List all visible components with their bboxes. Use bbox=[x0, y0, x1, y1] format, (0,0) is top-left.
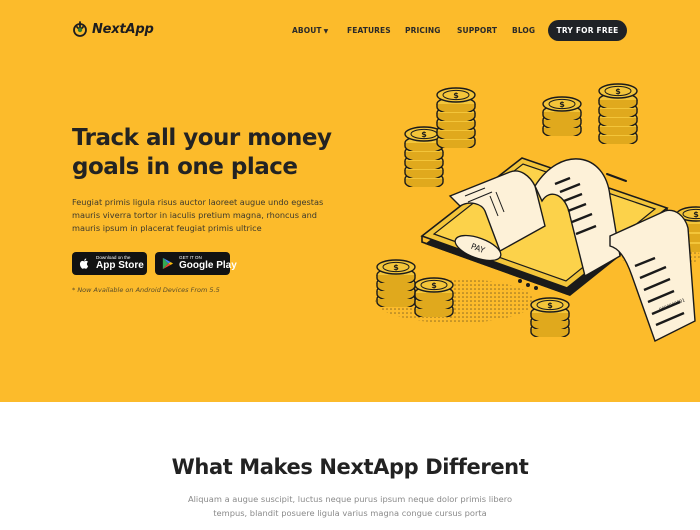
nav-support[interactable]: SUPPORT bbox=[457, 26, 497, 35]
coin-stack-icon bbox=[436, 87, 476, 148]
logo-icon bbox=[73, 21, 87, 37]
coin-stack-icon bbox=[414, 277, 454, 317]
google-play-button[interactable]: GET IT ON Google Play bbox=[155, 252, 237, 275]
try-for-free-button[interactable]: TRY FOR FREE bbox=[548, 20, 627, 41]
coin-stack-icon bbox=[530, 297, 570, 337]
coin-stack-icon bbox=[542, 96, 582, 136]
nav-about[interactable]: ABOUT ▼ bbox=[292, 26, 328, 35]
android-availability-note: * Now Available on Android Devices From … bbox=[72, 286, 220, 294]
top-navbar: NextApp ABOUT ▼ FEATURES PRICING SUPPORT … bbox=[0, 0, 700, 60]
nav-pricing[interactable]: PRICING bbox=[405, 26, 441, 35]
brand-name: NextApp bbox=[92, 21, 154, 37]
coin-stack-icon bbox=[376, 259, 416, 307]
app-store-button[interactable]: Download on the App Store bbox=[72, 252, 147, 275]
chevron-down-icon: ▼ bbox=[323, 28, 329, 35]
nav-about-label: ABOUT bbox=[292, 26, 322, 35]
nav-features[interactable]: FEATURES bbox=[347, 26, 391, 35]
app-store-label: App Store bbox=[96, 260, 144, 272]
google-play-label: Google Play bbox=[179, 260, 237, 272]
apple-icon bbox=[79, 258, 89, 269]
features-section-subtitle: Aliquam a augue suscipit, luctus neque p… bbox=[187, 494, 513, 518]
hero-headline: Track all your money goals in one place bbox=[72, 125, 332, 180]
nav-blog[interactable]: BLOG bbox=[512, 26, 535, 35]
phone-payment-illustration: $ bbox=[375, 83, 700, 342]
coin-stack-icon bbox=[598, 83, 638, 144]
features-section-title: What Makes NextApp Different bbox=[171, 455, 529, 479]
hero-description: Feugiat primis ligula risus auctor laore… bbox=[72, 197, 324, 233]
brand-logo[interactable]: NextApp bbox=[72, 21, 154, 37]
google-play-icon bbox=[162, 257, 174, 270]
